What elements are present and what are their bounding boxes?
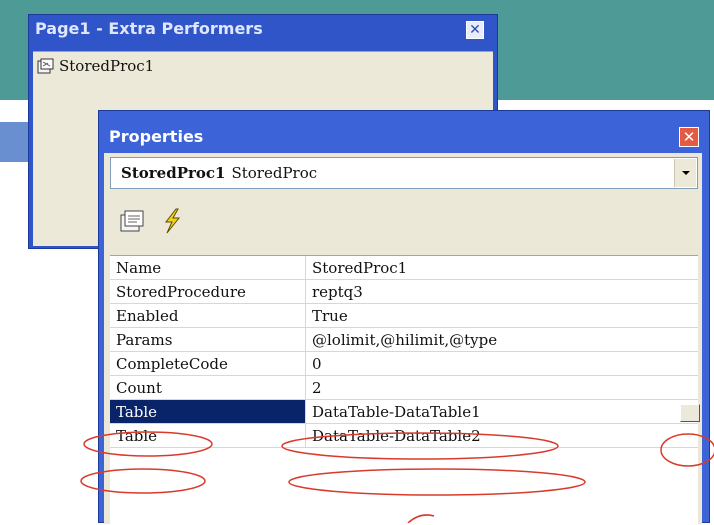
chevron-down-icon[interactable] <box>674 159 696 187</box>
property-value[interactable]: @lolimit,@hilimit,@type <box>305 327 698 352</box>
stored-proc-icon <box>37 58 55 74</box>
events-lightning-icon[interactable] <box>158 207 186 235</box>
ellipsis-button[interactable] <box>680 404 700 422</box>
close-icon[interactable]: ✕ <box>679 127 699 147</box>
table-row[interactable]: Name StoredProc1 <box>110 256 698 280</box>
properties-toolbar <box>110 197 698 247</box>
object-name: StoredProc1 <box>121 164 226 182</box>
table-row[interactable]: Enabled True <box>110 303 698 328</box>
object-selector[interactable]: StoredProc1 StoredProc <box>110 157 698 189</box>
table-row[interactable]: Params @lolimit,@hilimit,@type <box>110 327 698 352</box>
properties-window: Properties ✕ StoredProc1 StoredProc Name… <box>98 110 710 525</box>
property-key: Params <box>110 327 306 352</box>
table-row[interactable]: CompleteCode 0 <box>110 351 698 376</box>
property-key: Table <box>110 423 306 448</box>
property-value[interactable]: DataTable-DataTable1 <box>305 399 698 424</box>
properties-icon[interactable] <box>118 207 146 235</box>
close-icon[interactable]: ✕ <box>466 21 484 39</box>
designer-window-title: Page1 - Extra Performers <box>35 19 263 38</box>
table-row[interactable]: StoredProcedure reptq3 <box>110 279 698 304</box>
property-key: Name <box>110 256 306 280</box>
table-row[interactable]: Count 2 <box>110 375 698 400</box>
property-grid: Name StoredProc1 StoredProcedure reptq3 En… <box>110 255 700 525</box>
properties-window-title: Properties <box>109 127 204 146</box>
property-value[interactable]: DataTable-DataTable2 <box>305 423 698 448</box>
property-value[interactable]: 0 <box>305 351 698 376</box>
list-item-storedproc[interactable]: StoredProc1 <box>37 56 154 76</box>
table-row-selected[interactable]: Table DataTable-DataTable1 <box>110 399 698 424</box>
property-key: StoredProcedure <box>110 279 306 304</box>
table-row[interactable]: Table DataTable-DataTable2 <box>110 423 698 448</box>
property-key: Enabled <box>110 303 306 328</box>
properties-panel: StoredProc1 StoredProc Name StoredProc1 … <box>104 153 702 525</box>
property-value[interactable]: reptq3 <box>305 279 698 304</box>
property-value[interactable]: 2 <box>305 375 698 400</box>
property-key: Table <box>110 399 306 424</box>
list-item-label: StoredProc1 <box>59 57 155 75</box>
property-value[interactable]: True <box>305 303 698 328</box>
object-type: StoredProc <box>231 164 318 182</box>
property-key: CompleteCode <box>110 351 306 376</box>
property-key: Count <box>110 375 306 400</box>
property-value[interactable]: StoredProc1 <box>305 256 698 280</box>
